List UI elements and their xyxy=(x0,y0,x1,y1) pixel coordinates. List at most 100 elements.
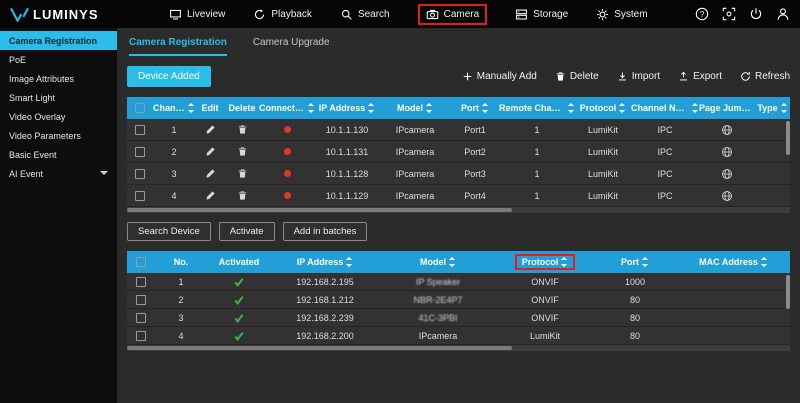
select-all-checkbox[interactable] xyxy=(136,257,146,267)
globe-icon[interactable] xyxy=(721,124,733,136)
help-icon[interactable]: ? xyxy=(695,7,709,21)
vertical-scrollbar[interactable] xyxy=(786,275,790,309)
sort-icon[interactable] xyxy=(692,103,699,113)
protocol-cell: LumiKit xyxy=(575,141,631,162)
sidebar-item-label: Video Parameters xyxy=(9,131,81,141)
edit-icon[interactable] xyxy=(205,124,216,135)
capture-icon[interactable] xyxy=(722,7,736,21)
sort-icon[interactable] xyxy=(346,257,353,267)
sort-icon[interactable] xyxy=(449,257,456,267)
delete-cell xyxy=(225,141,259,162)
header-label: Protocol xyxy=(522,257,559,267)
check-icon xyxy=(233,330,245,342)
edit-icon[interactable] xyxy=(205,168,216,179)
sidebar-item-label: Smart Light xyxy=(9,93,55,103)
search-device-button[interactable]: Search Device xyxy=(127,222,211,241)
header-connection-status: Connection Status xyxy=(259,97,315,119)
horizontal-scrollbar[interactable] xyxy=(127,207,790,213)
trash-icon[interactable] xyxy=(237,168,248,179)
port-cell: Port1 xyxy=(451,119,499,140)
no-cell: 1 xyxy=(155,273,207,290)
sort-icon[interactable] xyxy=(188,103,195,113)
refresh-button[interactable]: Refresh xyxy=(740,71,790,82)
globe-icon[interactable] xyxy=(721,190,733,202)
sort-icon[interactable] xyxy=(482,103,489,113)
globe-icon[interactable] xyxy=(721,168,733,180)
header-label: IP Address xyxy=(297,257,344,267)
header-label: Channel Name xyxy=(631,103,689,113)
power-icon[interactable] xyxy=(749,7,763,21)
edit-cell xyxy=(195,163,225,184)
nav-search[interactable]: Search xyxy=(340,8,390,21)
trash-icon[interactable] xyxy=(237,146,248,157)
sort-icon[interactable] xyxy=(368,103,375,113)
row-checkbox[interactable] xyxy=(136,295,146,305)
nav-liveview[interactable]: Liveview xyxy=(169,8,225,21)
scrollbar-thumb[interactable] xyxy=(127,208,512,212)
page-jumping-cell xyxy=(699,163,755,184)
vertical-scrollbar[interactable] xyxy=(786,121,790,155)
header-label: Model xyxy=(420,257,446,267)
model-cell: NBR-2E4P7 xyxy=(379,291,497,308)
device-added-button[interactable]: Device Added xyxy=(127,66,211,87)
trash-icon[interactable] xyxy=(237,190,248,201)
row-checkbox[interactable] xyxy=(135,191,145,201)
edit-icon[interactable] xyxy=(205,146,216,157)
activate-button[interactable]: Activate xyxy=(219,222,275,241)
sidebar-item-video-overlay[interactable]: Video Overlay xyxy=(0,107,117,126)
nav-storage[interactable]: Storage xyxy=(515,8,568,21)
nav-system[interactable]: System xyxy=(596,8,647,21)
protocol-cell: ONVIF xyxy=(497,291,593,308)
sidebar-item-poe[interactable]: PoE xyxy=(0,50,117,69)
export-icon xyxy=(678,71,689,82)
header-mac-address: MAC Address xyxy=(677,251,790,273)
luminys-logo-icon xyxy=(10,7,29,22)
manually-add-button[interactable]: Manually Add xyxy=(462,71,537,82)
row-checkbox[interactable] xyxy=(135,147,145,157)
sort-icon[interactable] xyxy=(619,103,626,113)
sidebar-item-basic-event[interactable]: Basic Event xyxy=(0,145,117,164)
sort-icon[interactable] xyxy=(568,103,575,113)
nav-label: Camera xyxy=(444,9,480,20)
channel-name-cell: IPC xyxy=(631,185,699,206)
sort-icon[interactable] xyxy=(781,103,788,113)
export-button[interactable]: Export xyxy=(678,71,722,82)
row-checkbox[interactable] xyxy=(135,169,145,179)
sidebar-item-video-parameters[interactable]: Video Parameters xyxy=(0,126,117,145)
header-label: No. xyxy=(174,257,189,267)
sidebar-item-smart-light[interactable]: Smart Light xyxy=(0,88,117,107)
scrollbar-thumb[interactable] xyxy=(127,346,512,350)
sort-icon[interactable] xyxy=(642,257,649,267)
sort-icon[interactable] xyxy=(761,257,768,267)
top-nav: Liveview Playback Search Camera Storage … xyxy=(169,4,648,25)
trash-icon[interactable] xyxy=(237,124,248,135)
edit-icon[interactable] xyxy=(205,190,216,201)
import-button[interactable]: Import xyxy=(617,71,660,82)
nav-playback[interactable]: Playback xyxy=(253,8,312,21)
globe-icon[interactable] xyxy=(721,146,733,158)
row-checkbox[interactable] xyxy=(136,331,146,341)
nav-camera[interactable]: Camera xyxy=(418,4,488,25)
sort-icon[interactable] xyxy=(308,103,315,113)
sort-icon[interactable] xyxy=(561,257,568,267)
user-icon[interactable] xyxy=(776,7,790,21)
delete-button[interactable]: Delete xyxy=(555,71,599,82)
add-in-batches-button[interactable]: Add in batches xyxy=(283,222,368,241)
header-label: Activated xyxy=(219,257,260,267)
sidebar-item-camera-registration[interactable]: Camera Registration xyxy=(0,31,117,50)
row-checkbox[interactable] xyxy=(135,125,145,135)
channel-name-cell: IPC xyxy=(631,141,699,162)
sidebar-item-ai-event[interactable]: AI Event xyxy=(0,164,117,183)
horizontal-scrollbar[interactable] xyxy=(127,345,790,351)
tab-camera-upgrade[interactable]: Camera Upgrade xyxy=(253,37,330,56)
select-all-checkbox[interactable] xyxy=(135,103,145,113)
port-cell: Port3 xyxy=(451,163,499,184)
camera-icon xyxy=(426,8,439,21)
row-checkbox[interactable] xyxy=(136,313,146,323)
connection-status-cell xyxy=(259,185,315,206)
sidebar-item-image-attributes[interactable]: Image Attributes xyxy=(0,69,117,88)
tab-camera-registration[interactable]: Camera Registration xyxy=(129,37,227,56)
app-window: LUMINYS Liveview Playback Search Camera … xyxy=(0,0,800,403)
row-checkbox[interactable] xyxy=(136,277,146,287)
sort-icon[interactable] xyxy=(426,103,433,113)
